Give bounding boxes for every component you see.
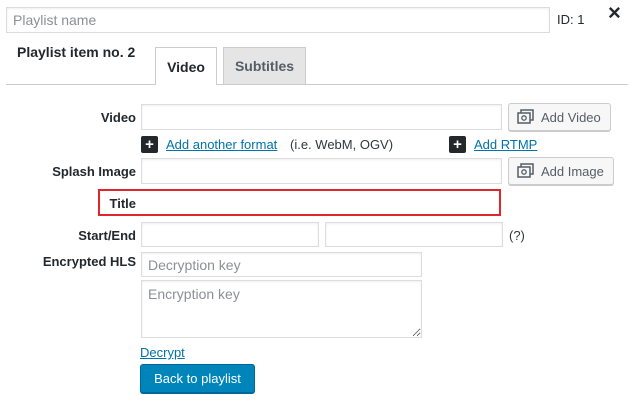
tab-subtitles[interactable]: Subtitles (223, 47, 306, 84)
decrypt-link[interactable]: Decrypt (140, 345, 185, 360)
close-icon[interactable]: × (608, 0, 621, 26)
back-to-playlist-label: Back to playlist (154, 371, 241, 386)
start-end-label: Start/End (78, 228, 136, 243)
playlist-id-label: ID: 1 (557, 12, 585, 27)
tab-video-label: Video (167, 58, 205, 75)
start-end-help[interactable]: (?) (509, 228, 525, 243)
decryption-key-input[interactable] (141, 252, 422, 277)
tab-video[interactable]: Video (155, 47, 217, 85)
add-another-format-link[interactable]: Add another format (166, 137, 277, 152)
plus-icon[interactable]: + (141, 136, 158, 153)
tab-subtitles-label: Subtitles (234, 58, 295, 74)
plus-icon[interactable]: + (449, 136, 466, 153)
add-rtmp-link[interactable]: Add RTMP (474, 137, 537, 152)
video-url-input[interactable] (141, 104, 502, 130)
start-time-input[interactable] (141, 222, 319, 247)
title-label: Title (109, 196, 137, 211)
playlist-name-input[interactable] (6, 7, 550, 33)
encrypted-hls-label: Encrypted HLS (42, 254, 136, 269)
encryption-key-textarea[interactable] (141, 280, 422, 338)
add-image-label: Add Image (541, 163, 604, 179)
splash-image-input[interactable] (141, 158, 502, 184)
media-icon (517, 109, 534, 124)
end-time-input[interactable] (325, 222, 503, 247)
add-video-button[interactable]: Add Video (508, 103, 611, 131)
title-input[interactable] (141, 192, 498, 213)
splash-image-label: Splash Image (52, 164, 136, 179)
add-image-button[interactable]: Add Image (508, 157, 614, 185)
media-icon (517, 163, 534, 178)
add-video-label: Add Video (541, 109, 601, 125)
video-label: Video (100, 110, 136, 125)
format-hint: (i.e. WebM, OGV) (290, 137, 394, 152)
playlist-item-title: Playlist item no. 2 (17, 44, 136, 60)
tab-divider (6, 84, 628, 85)
back-to-playlist-button[interactable]: Back to playlist (140, 364, 255, 393)
